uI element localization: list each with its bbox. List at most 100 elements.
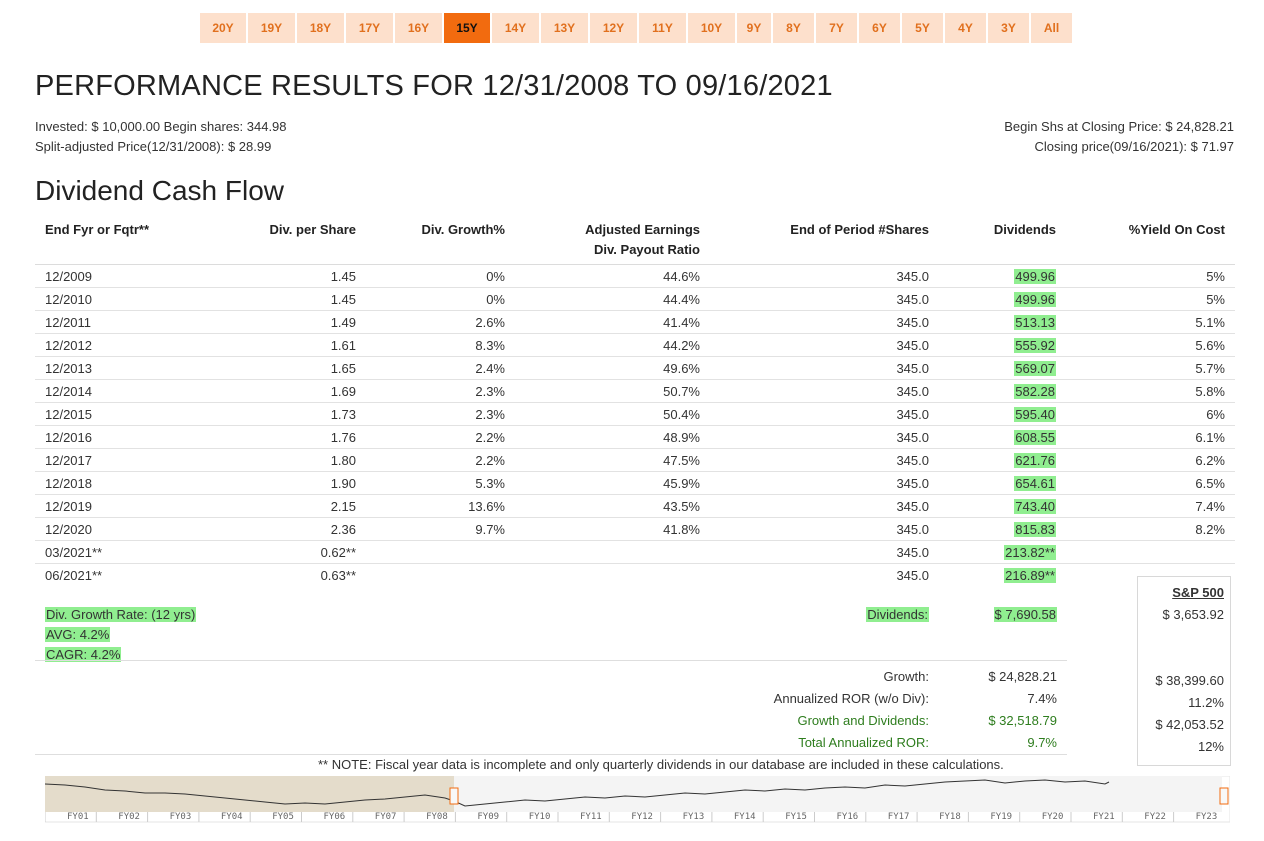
invested-text: Invested: $ 10,000.00 Begin shares: 344.… bbox=[35, 119, 287, 134]
period-button-7y[interactable]: 7Y bbox=[816, 13, 857, 43]
period-button-19y[interactable]: 19Y bbox=[248, 13, 295, 43]
period-button-14y[interactable]: 14Y bbox=[492, 13, 539, 43]
dividend-amount: 743.40 bbox=[1014, 498, 1056, 514]
period-button-9y[interactable]: 9Y bbox=[737, 13, 771, 43]
cell-div: 213.82** bbox=[939, 540, 1066, 564]
cell-growth: 9.7% bbox=[366, 517, 515, 541]
col-header-div-per-share: Div. per Share bbox=[269, 222, 356, 237]
cell-period: 12/2016 bbox=[35, 425, 175, 449]
table-row: 12/2015 1.73 2.3% 50.4% 345.0 595.40 6% bbox=[35, 402, 1235, 426]
table-row: 12/2019 2.15 13.6% 43.5% 345.0 743.40 7.4% bbox=[35, 494, 1235, 518]
cell-period: 12/2015 bbox=[35, 402, 175, 426]
cell-shares: 345.0 bbox=[710, 517, 939, 541]
cell-payout: 45.9% bbox=[515, 471, 710, 495]
navigator-label-fy06: FY06 bbox=[324, 812, 346, 822]
table-row: 12/2012 1.61 8.3% 44.2% 345.0 555.92 5.6% bbox=[35, 333, 1235, 357]
cell-period: 12/2011 bbox=[35, 310, 175, 334]
table-row: 12/2018 1.90 5.3% 45.9% 345.0 654.61 6.5% bbox=[35, 471, 1235, 495]
cell-period: 06/2021** bbox=[35, 563, 175, 586]
cell-payout: 41.4% bbox=[515, 310, 710, 334]
cell-div: 582.28 bbox=[939, 379, 1066, 403]
cell-payout: 47.5% bbox=[515, 448, 710, 472]
sp500-total-ror: 12% bbox=[1197, 739, 1224, 754]
total-annualized-ror-value: 9.7% bbox=[1027, 735, 1057, 750]
cell-payout: 50.7% bbox=[515, 379, 710, 403]
section-title: Dividend Cash Flow bbox=[35, 175, 284, 206]
summary-divider-bottom bbox=[35, 754, 1067, 755]
navigator-selected-region bbox=[454, 776, 1222, 812]
dividend-amount: 216.89** bbox=[1004, 567, 1056, 583]
cell-yoc: 5% bbox=[1066, 287, 1235, 311]
cell-payout: 48.9% bbox=[515, 425, 710, 449]
cell-growth: 2.6% bbox=[366, 310, 515, 334]
dividend-amount: 513.13 bbox=[1014, 314, 1056, 330]
period-button-4y[interactable]: 4Y bbox=[945, 13, 986, 43]
sp500-comparison-box: S&P 500 $ 3,653.92 $ 38,399.60 11.2% $ 4… bbox=[1137, 576, 1231, 766]
cell-dps: 1.61 bbox=[175, 333, 366, 357]
navigator-right-handle[interactable] bbox=[1219, 787, 1229, 805]
period-button-16y[interactable]: 16Y bbox=[395, 13, 442, 43]
dividend-amount: 608.55 bbox=[1014, 429, 1056, 445]
cell-yoc: 5.7% bbox=[1066, 356, 1235, 380]
cell-period: 12/2013 bbox=[35, 356, 175, 380]
cell-shares: 345.0 bbox=[710, 287, 939, 311]
dividend-amount: 654.61 bbox=[1014, 475, 1056, 491]
table-row: 06/2021** 0.63** 345.0 216.89** bbox=[35, 563, 1235, 586]
period-button-8y[interactable]: 8Y bbox=[773, 13, 814, 43]
period-button-17y[interactable]: 17Y bbox=[346, 13, 393, 43]
cell-yoc: 6.2% bbox=[1066, 448, 1235, 472]
navigator-label-fy22: FY22 bbox=[1144, 812, 1166, 822]
period-button-15y[interactable]: 15Y bbox=[444, 13, 490, 43]
col-header-yield-on-cost: %Yield On Cost bbox=[1128, 222, 1225, 237]
navigator-axis-labels: FY01 FY02 FY03 FY04 FY05 FY06 FY07 FY08 FY09 FY10… bbox=[45, 812, 1217, 822]
dividend-amount: 815.83 bbox=[1014, 521, 1056, 537]
dividend-amount: 499.96 bbox=[1014, 291, 1056, 307]
navigator-label-fy17: FY17 bbox=[888, 812, 910, 822]
investment-info: Invested: $ 10,000.00 Begin shares: 344.… bbox=[35, 117, 287, 157]
cell-div: 621.76 bbox=[939, 448, 1066, 472]
sp500-title: S&P 500 bbox=[1172, 585, 1224, 600]
period-button-13y[interactable]: 13Y bbox=[541, 13, 588, 43]
cell-period: 12/2014 bbox=[35, 379, 175, 403]
cell-shares: 345.0 bbox=[710, 471, 939, 495]
cell-payout: 44.6% bbox=[515, 264, 710, 288]
navigator-left-handle[interactable] bbox=[449, 787, 459, 805]
cell-growth: 13.6% bbox=[366, 494, 515, 518]
cell-yoc: 6% bbox=[1066, 402, 1235, 426]
cell-payout bbox=[515, 563, 710, 586]
period-button-12y[interactable]: 12Y bbox=[590, 13, 637, 43]
period-button-10y[interactable]: 10Y bbox=[688, 13, 735, 43]
dividend-amount: 213.82** bbox=[1004, 544, 1056, 560]
cell-shares: 345.0 bbox=[710, 379, 939, 403]
navigator-label-fy02: FY02 bbox=[118, 812, 140, 822]
period-button-3y[interactable]: 3Y bbox=[988, 13, 1029, 43]
navigator-label-fy10: FY10 bbox=[529, 812, 551, 822]
navigator-label-fy11: FY11 bbox=[580, 812, 602, 822]
cell-shares: 345.0 bbox=[710, 402, 939, 426]
period-button-20y[interactable]: 20Y bbox=[200, 13, 246, 43]
period-button-11y[interactable]: 11Y bbox=[639, 13, 686, 43]
table-row: 12/2011 1.49 2.6% 41.4% 345.0 513.13 5.1% bbox=[35, 310, 1235, 334]
cell-shares: 345.0 bbox=[710, 563, 939, 586]
split-price-text: Split-adjusted Price(12/31/2008): $ 28.9… bbox=[35, 139, 272, 154]
dividend-amount: 595.40 bbox=[1014, 406, 1056, 422]
summary-divider bbox=[35, 660, 1067, 661]
navigator-label-fy05: FY05 bbox=[272, 812, 294, 822]
sp500-growth-and-dividends: $ 42,053.52 bbox=[1155, 717, 1224, 732]
period-button-6y[interactable]: 6Y bbox=[859, 13, 900, 43]
table-row: 12/2013 1.65 2.4% 49.6% 345.0 569.07 5.7% bbox=[35, 356, 1235, 380]
period-button-5y[interactable]: 5Y bbox=[902, 13, 943, 43]
cell-dps: 1.49 bbox=[175, 310, 366, 334]
cell-growth: 2.3% bbox=[366, 402, 515, 426]
cell-payout: 44.4% bbox=[515, 287, 710, 311]
cell-shares: 345.0 bbox=[710, 425, 939, 449]
period-button-18y[interactable]: 18Y bbox=[297, 13, 344, 43]
cell-div: 743.40 bbox=[939, 494, 1066, 518]
dividend-amount: 621.76 bbox=[1014, 452, 1056, 468]
navigator-label-fy08: FY08 bbox=[426, 812, 448, 822]
cell-growth: 8.3% bbox=[366, 333, 515, 357]
navigator-label-fy03: FY03 bbox=[170, 812, 192, 822]
closing-price-text: Closing price(09/16/2021): $ 71.97 bbox=[1034, 139, 1234, 154]
range-navigator[interactable]: FY01 FY02 FY03 FY04 FY05 FY06 FY07 FY08 FY09 FY10… bbox=[45, 776, 1230, 826]
period-button-all[interactable]: All bbox=[1031, 13, 1072, 43]
